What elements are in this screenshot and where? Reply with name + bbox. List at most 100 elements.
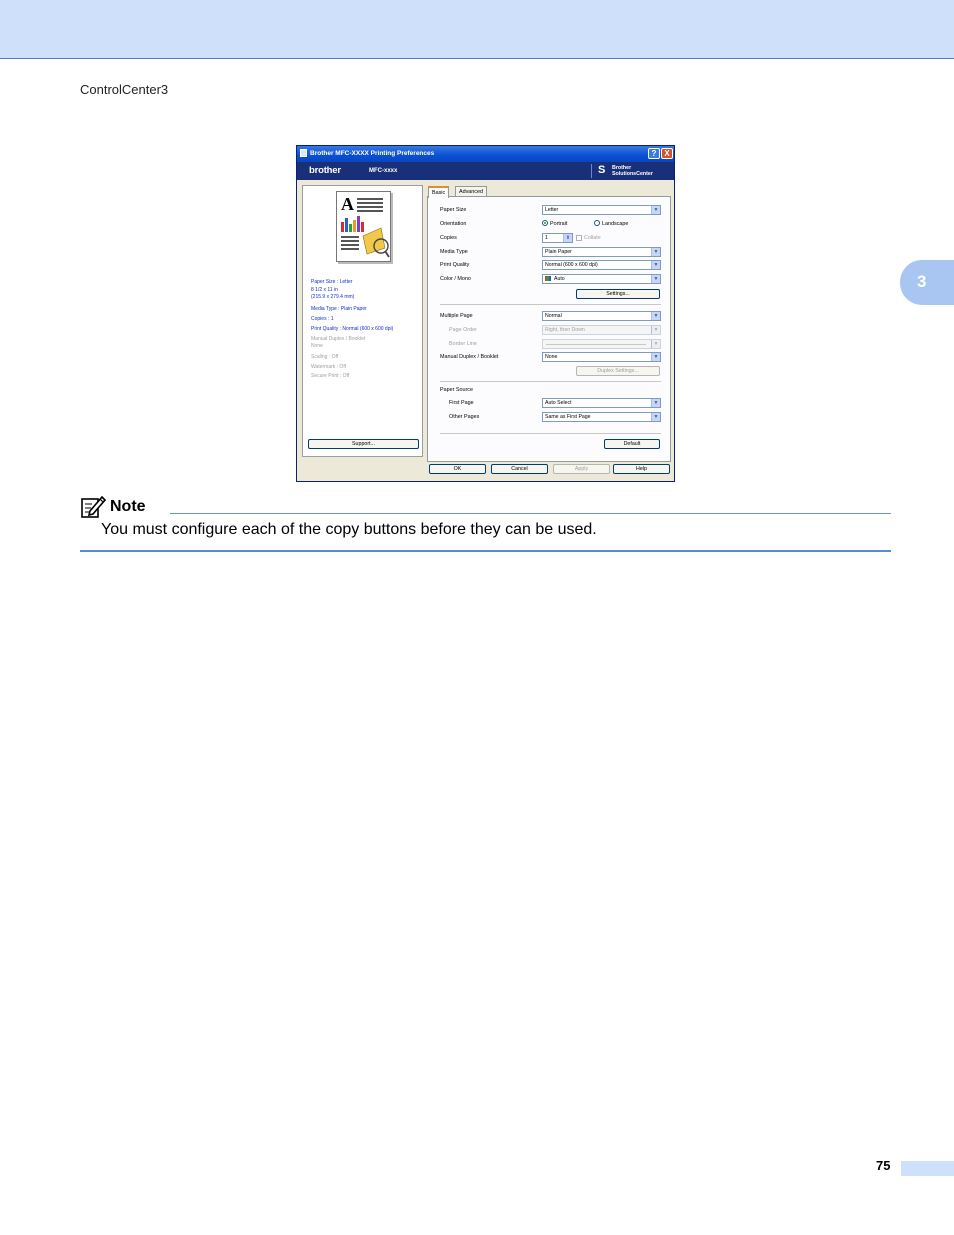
summary-paper-inches: 8 1/2 x 11 in: [311, 287, 338, 293]
page-order-label: Page Order: [449, 327, 477, 333]
other-pages-label: Other Pages: [449, 414, 480, 420]
copies-stepper[interactable]: 1 ⬍: [542, 233, 573, 243]
media-type-value: Plain Paper: [545, 249, 572, 255]
first-page-label: First Page: [449, 400, 474, 406]
print-quality-label: Print Quality: [440, 262, 470, 268]
portrait-label: Portrait: [550, 221, 568, 227]
brand-banner: brother MFC-xxxx S Brother SolutionsCente…: [297, 162, 674, 180]
collate-label: Collate: [584, 235, 601, 241]
section-divider: [440, 381, 661, 382]
page-number: 75: [876, 1158, 891, 1173]
chevron-down-icon: ▼: [651, 340, 660, 348]
collate-checkbox[interactable]: [576, 235, 582, 241]
copies-label: Copies: [440, 235, 457, 241]
page-order-value: Right, then Down: [545, 327, 585, 333]
footer-band: [901, 1161, 954, 1176]
default-button[interactable]: Default: [604, 439, 660, 449]
summary-watermark: Watermark : Off: [311, 364, 347, 370]
note-label: Note: [110, 498, 146, 515]
chevron-down-icon: ▼: [651, 312, 660, 320]
settings-button[interactable]: Settings...: [576, 289, 660, 299]
chevron-down-icon: ▼: [651, 206, 660, 214]
summary-manual-duplex: Manual Duplex / Booklet: [311, 336, 366, 342]
page-preview-image: A: [336, 191, 391, 262]
summary-paper-mm: (215.9 x 279.4 mm): [311, 294, 355, 300]
paper-size-label: Paper Size: [440, 207, 467, 213]
chevron-down-icon: ▼: [651, 353, 660, 361]
section-divider: [440, 304, 661, 305]
summary-media-type: Media Type : Plain Paper: [311, 306, 367, 312]
chevron-down-icon: ▼: [651, 399, 660, 407]
landscape-label: Landscape: [602, 221, 629, 227]
dialog-title-bar: Brother MFC-XXXX Printing Preferences ? …: [297, 146, 674, 162]
spin-arrows-icon: ⬍: [563, 234, 572, 242]
color-mono-value: Auto: [554, 276, 565, 282]
preview-pane: A Paper Size : Letter 8 1/2 x 11 in (215…: [302, 185, 423, 457]
dialog-title: Brother MFC-XXXX Printing Preferences: [310, 150, 435, 157]
color-mono-select[interactable]: Auto ▼: [542, 274, 661, 284]
portrait-radio[interactable]: [542, 220, 548, 226]
line-sample: [546, 344, 646, 345]
ok-button[interactable]: OK: [429, 464, 486, 474]
chevron-down-icon: ▼: [651, 248, 660, 256]
close-title-button[interactable]: X: [661, 148, 673, 159]
manual-duplex-value: None: [545, 354, 558, 360]
print-quality-select[interactable]: Normal (600 x 600 dpi) ▼: [542, 260, 661, 270]
color-mono-label: Color / Mono: [440, 276, 471, 282]
first-page-value: Auto Select: [545, 400, 572, 406]
basic-tab-page: Paper Size Letter ▼ Orientation Portrait …: [427, 196, 671, 462]
solutions-center-icon: S: [598, 164, 606, 176]
media-type-label: Media Type: [440, 249, 468, 255]
solutions-center-link[interactable]: S Brother SolutionsCenter: [591, 164, 673, 178]
cancel-button[interactable]: Cancel: [491, 464, 548, 474]
manual-duplex-select[interactable]: None ▼: [542, 352, 661, 362]
chapter-tab: 3: [900, 260, 954, 305]
chevron-down-icon: ▼: [651, 261, 660, 269]
running-title: ControlCenter3: [80, 82, 169, 97]
landscape-radio[interactable]: [594, 220, 600, 226]
note-text: You must configure each of the copy butt…: [101, 521, 597, 538]
summary-copies: Copies : 1: [311, 316, 334, 322]
multiple-page-value: Normal: [545, 313, 562, 319]
manual-duplex-label: Manual Duplex / Booklet: [440, 354, 499, 360]
summary-scaling: Scaling : Off: [311, 354, 339, 360]
brother-logo: brother: [309, 165, 341, 176]
chevron-down-icon: ▼: [651, 326, 660, 334]
border-line-label: Border Line: [449, 341, 477, 347]
section-divider: [440, 433, 661, 434]
other-pages-value: Same as First Page: [545, 414, 591, 420]
other-pages-select[interactable]: Same as First Page ▼: [542, 412, 661, 422]
summary-secure-print: Secure Print : Off: [311, 373, 350, 379]
copies-value: 1: [545, 235, 548, 241]
paper-size-select[interactable]: Letter ▼: [542, 205, 661, 215]
duplex-settings-button[interactable]: Duplex Settings...: [576, 366, 660, 376]
color-swatch-icon: [545, 276, 551, 281]
header-band: [0, 0, 954, 59]
printer-icon: [300, 149, 307, 157]
page-order-select[interactable]: Right, then Down ▼: [542, 325, 661, 335]
multiple-page-select[interactable]: Normal ▼: [542, 311, 661, 321]
svg-text:A: A: [341, 194, 354, 214]
multiple-page-label: Multiple Page: [440, 313, 473, 319]
note-top-rule: [170, 513, 891, 514]
printing-preferences-dialog: Brother MFC-XXXX Printing Preferences ? …: [296, 145, 675, 482]
summary-print-quality: Print Quality : Normal (600 x 600 dpi): [311, 326, 394, 332]
media-type-select[interactable]: Plain Paper ▼: [542, 247, 661, 257]
tab-basic[interactable]: Basic: [428, 186, 450, 198]
chevron-down-icon: ▼: [651, 413, 660, 421]
paper-size-value: Letter: [545, 207, 559, 213]
solutions-center-label: Brother SolutionsCenter: [612, 165, 653, 177]
support-button[interactable]: Support...: [308, 439, 419, 449]
help-title-button[interactable]: ?: [648, 148, 660, 159]
summary-paper-size: Paper Size : Letter: [311, 279, 353, 285]
chevron-down-icon: ▼: [651, 275, 660, 283]
first-page-select[interactable]: Auto Select ▼: [542, 398, 661, 408]
apply-button[interactable]: Apply: [553, 464, 610, 474]
note-bottom-rule: [80, 550, 891, 552]
model-name: MFC-xxxx: [369, 168, 398, 174]
orientation-label: Orientation: [440, 221, 467, 227]
border-line-select[interactable]: ▼: [542, 339, 661, 349]
print-quality-value: Normal (600 x 600 dpi): [545, 262, 598, 268]
help-button[interactable]: Help: [613, 464, 670, 474]
summary-duplex-value: None: [311, 343, 323, 349]
